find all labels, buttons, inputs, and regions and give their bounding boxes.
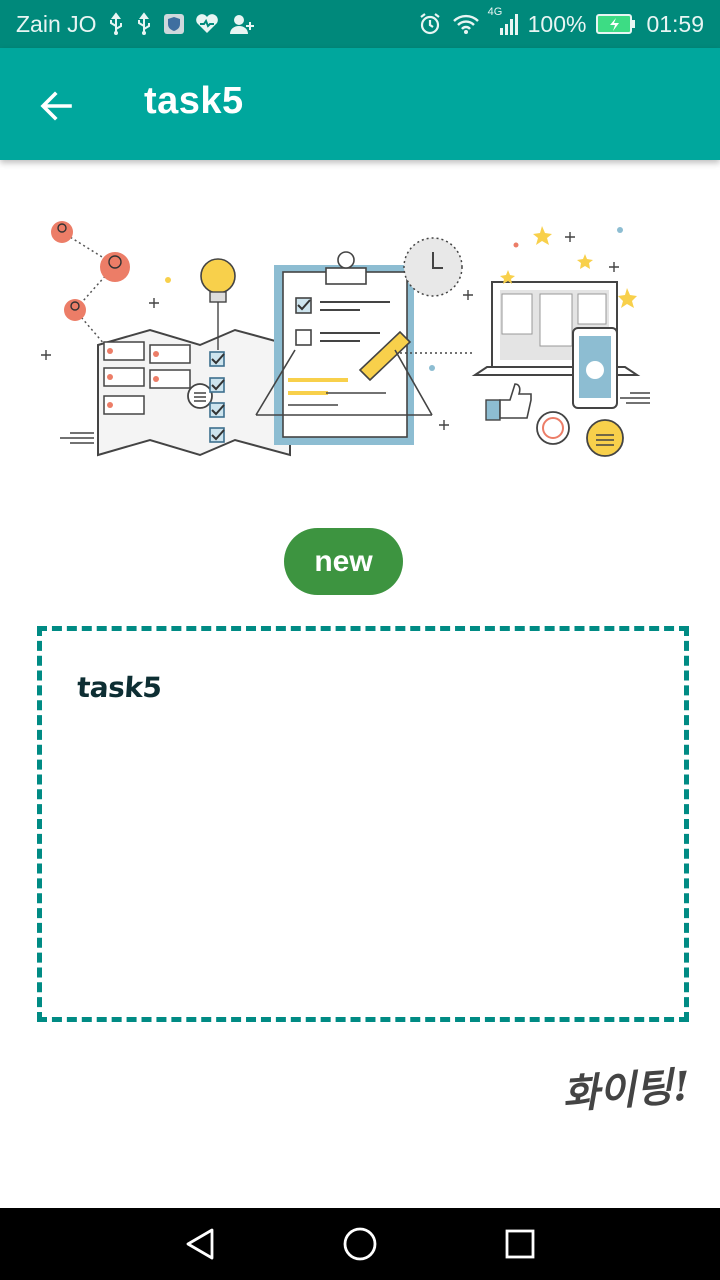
usb-icon bbox=[135, 12, 153, 36]
task-planning-illustration bbox=[30, 210, 670, 485]
signal-icon: 4G bbox=[488, 6, 518, 36]
nav-back-button[interactable] bbox=[182, 1226, 218, 1262]
battery-charging-icon bbox=[596, 13, 636, 35]
battery-percent: 100% bbox=[527, 10, 587, 37]
health-heart-icon bbox=[195, 13, 219, 35]
usb-icon bbox=[107, 12, 125, 36]
arrow-back-icon bbox=[40, 91, 72, 121]
navigation-bar bbox=[0, 1208, 720, 1280]
network-type: 4G bbox=[487, 6, 503, 18]
note-box[interactable]: task5 bbox=[37, 626, 689, 1022]
clock: 01:59 bbox=[646, 10, 704, 37]
back-triangle-icon bbox=[186, 1228, 214, 1260]
app-bar: task5 bbox=[0, 48, 720, 160]
note-text: task5 bbox=[75, 671, 163, 704]
nav-recents-button[interactable] bbox=[502, 1226, 538, 1262]
status-bar-right: 4G 100% 01:59 bbox=[418, 6, 704, 38]
carrier-name: Zain JO bbox=[16, 10, 97, 37]
status-bar-left: Zain JO bbox=[16, 11, 255, 38]
nav-home-button[interactable] bbox=[342, 1226, 378, 1262]
home-circle-icon bbox=[343, 1227, 377, 1261]
shield-app-icon bbox=[163, 13, 185, 35]
status-bar: Zain JO 4G 100% 01:59 bbox=[0, 0, 720, 48]
add-contact-icon bbox=[229, 13, 255, 35]
alarm-icon bbox=[418, 12, 442, 36]
recents-square-icon bbox=[505, 1229, 535, 1259]
wifi-icon bbox=[452, 13, 480, 35]
page-title: task5 bbox=[144, 80, 244, 122]
back-button[interactable] bbox=[34, 84, 78, 128]
fighting-signature: 화이팅! bbox=[560, 1062, 692, 1119]
new-button[interactable]: new bbox=[284, 528, 403, 595]
